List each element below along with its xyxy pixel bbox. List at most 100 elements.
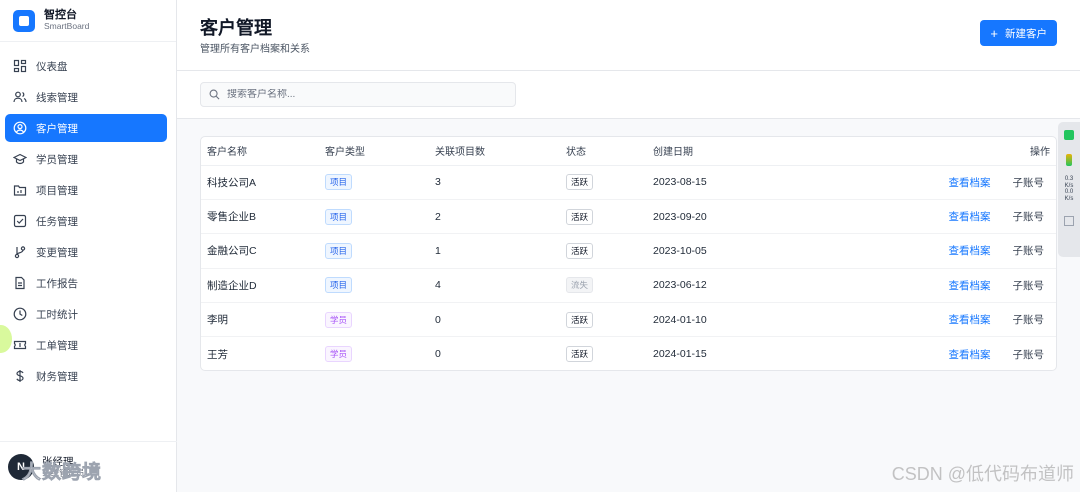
- customer-name: 零售企业B: [201, 199, 325, 235]
- graduation-cap-icon: [13, 152, 27, 166]
- view-profile-link[interactable]: 查看档案: [949, 280, 991, 292]
- sidebar-item-reports[interactable]: 工作报告: [5, 269, 167, 297]
- users-icon: [13, 90, 27, 104]
- sub-account-link[interactable]: 子账号: [1013, 349, 1045, 361]
- sidebar-item-dashboard[interactable]: 仪表盘: [5, 52, 167, 80]
- created-date: 2023-09-20: [653, 199, 853, 235]
- type-badge: 项目: [325, 208, 353, 225]
- main-content: 客户管理 管理所有客户档案和关系 + 新建客户 客户名称 客户类型 关联项目数 …: [177, 0, 1080, 492]
- upload-speed: 0.3: [1064, 176, 1074, 182]
- type-badge: 学员: [325, 311, 353, 328]
- sidebar-item-label: 客户管理: [36, 122, 78, 135]
- status-badge: 活跃: [566, 208, 594, 225]
- column-header-type: 客户类型: [325, 137, 435, 166]
- type-badge: 项目: [325, 242, 353, 259]
- app-logo-icon: [13, 9, 35, 32]
- view-profile-link[interactable]: 查看档案: [949, 314, 991, 326]
- sidebar-item-tickets[interactable]: 工单管理: [5, 331, 167, 359]
- ticket-icon: [13, 338, 27, 352]
- brand: 智控台 SmartBoard: [0, 0, 176, 42]
- battery-icon: [1066, 154, 1072, 166]
- sidebar-item-tasks[interactable]: 任务管理: [5, 207, 167, 235]
- created-date: 2023-06-12: [653, 268, 853, 304]
- sidebar-item-label: 线索管理: [36, 91, 78, 104]
- speed-unit: K/s: [1064, 182, 1074, 189]
- view-profile-link[interactable]: 查看档案: [949, 177, 991, 189]
- type-badge: 项目: [325, 277, 353, 294]
- view-profile-link[interactable]: 查看档案: [949, 245, 991, 257]
- download-speed: 0.0: [1064, 189, 1074, 196]
- customer-table: 客户名称 客户类型 关联项目数 状态 创建日期 操作 科技公司A 项目 3 活跃…: [200, 136, 1057, 371]
- project-count: 4: [435, 268, 566, 304]
- status-badge: 活跃: [566, 174, 594, 191]
- sub-account-link[interactable]: 子账号: [1013, 314, 1045, 326]
- table-row: 制造企业D 项目 4 流失 2023-06-12 查看档案 子账号: [201, 268, 1056, 304]
- new-customer-label: 新建客户: [1005, 27, 1047, 40]
- column-header-date: 创建日期: [653, 137, 853, 166]
- sidebar-item-projects[interactable]: 项目管理: [5, 176, 167, 204]
- sidebar-item-label: 变更管理: [36, 246, 78, 259]
- customer-name: 李明: [201, 302, 325, 338]
- customer-name: 金融公司C: [201, 233, 325, 269]
- customer-name: 王芳: [207, 348, 228, 361]
- search-icon: [209, 89, 220, 100]
- dashboard-icon: [13, 59, 27, 73]
- column-header-projects: 关联项目数: [435, 137, 566, 166]
- sidebar-item-label: 任务管理: [36, 215, 78, 228]
- watermark-right: CSDN @低代码布道师: [891, 464, 1074, 484]
- created-date: 2023-08-15: [653, 165, 853, 200]
- created-date: 2023-10-05: [653, 233, 853, 269]
- git-branch-icon: [13, 245, 27, 259]
- status-badge: 活跃: [566, 346, 594, 363]
- brand-subtitle: SmartBoard: [44, 20, 90, 31]
- table-header-row: 客户名称 客户类型 关联项目数 状态 创建日期 操作: [201, 137, 1056, 166]
- sidebar-item-label: 工单管理: [36, 339, 78, 352]
- sub-account-link[interactable]: 子账号: [1013, 177, 1045, 189]
- table-row: 李明 学员 0 活跃 2024-01-10 查看档案 子账号: [201, 302, 1056, 338]
- project-count: 0: [435, 348, 441, 361]
- user-circle-icon: [13, 121, 27, 135]
- sidebar-item-label: 财务管理: [36, 370, 78, 383]
- page-title: 客户管理: [200, 18, 272, 38]
- sidebar-item-students[interactable]: 学员管理: [5, 145, 167, 173]
- sidebar-nav: 仪表盘 线索管理 客户管理 学员管理 项目管理 任务管理 变更管理 工作报告 工…: [0, 42, 176, 390]
- search-input[interactable]: [227, 89, 507, 100]
- project-count: 1: [435, 233, 566, 269]
- table-row: 王芳 学员 0 活跃 2024-01-15 查看档案 子账号: [201, 337, 1056, 370]
- sidebar-item-leads[interactable]: 线索管理: [5, 83, 167, 111]
- page-subtitle: 管理所有客户档案和关系: [200, 44, 310, 55]
- table-row: 科技公司A 项目 3 活跃 2023-08-15 查看档案 子账号: [201, 165, 1056, 200]
- project-count: 2: [435, 199, 566, 235]
- checkbox-icon: [13, 214, 27, 228]
- network-monitor-widget[interactable]: 0.3 K/s 0.0 K/s: [1058, 122, 1080, 257]
- table-row: 金融公司C 项目 1 活跃 2023-10-05 查看档案 子账号: [201, 233, 1056, 269]
- sidebar-item-timesheet[interactable]: 工时统计: [5, 300, 167, 328]
- type-badge: 学员: [325, 346, 353, 363]
- page-header: 客户管理 管理所有客户档案和关系 + 新建客户: [177, 0, 1080, 71]
- clock-icon: [13, 307, 27, 321]
- view-profile-link[interactable]: 查看档案: [949, 349, 991, 361]
- column-header-status: 状态: [566, 137, 653, 166]
- sub-account-link[interactable]: 子账号: [1013, 211, 1045, 223]
- sidebar-item-customers[interactable]: 客户管理: [5, 114, 167, 142]
- sidebar: 智控台 SmartBoard 仪表盘 线索管理 客户管理 学员管理 项目管理 任…: [0, 0, 177, 492]
- customer-name: 制造企业D: [201, 268, 325, 304]
- sidebar-item-label: 工作报告: [36, 277, 78, 290]
- column-header-name: 客户名称: [201, 137, 325, 166]
- view-profile-link[interactable]: 查看档案: [949, 211, 991, 223]
- sidebar-item-label: 学员管理: [36, 153, 78, 166]
- expand-icon: [1064, 216, 1074, 227]
- search-bar: [177, 71, 1080, 119]
- customer-name: 科技公司A: [201, 165, 325, 200]
- status-badge: 流失: [566, 277, 594, 294]
- sub-account-link[interactable]: 子账号: [1013, 245, 1045, 257]
- sidebar-item-finance[interactable]: 财务管理: [5, 362, 167, 390]
- search-box[interactable]: [200, 82, 516, 107]
- new-customer-button[interactable]: + 新建客户: [980, 20, 1057, 46]
- column-header-actions: 操作: [853, 137, 1056, 166]
- sub-account-link[interactable]: 子账号: [1013, 280, 1045, 292]
- shield-icon: [1064, 130, 1074, 140]
- dollar-icon: [13, 369, 27, 383]
- sidebar-item-changes[interactable]: 变更管理: [5, 238, 167, 266]
- table-row: 零售企业B 项目 2 活跃 2023-09-20 查看档案 子账号: [201, 199, 1056, 235]
